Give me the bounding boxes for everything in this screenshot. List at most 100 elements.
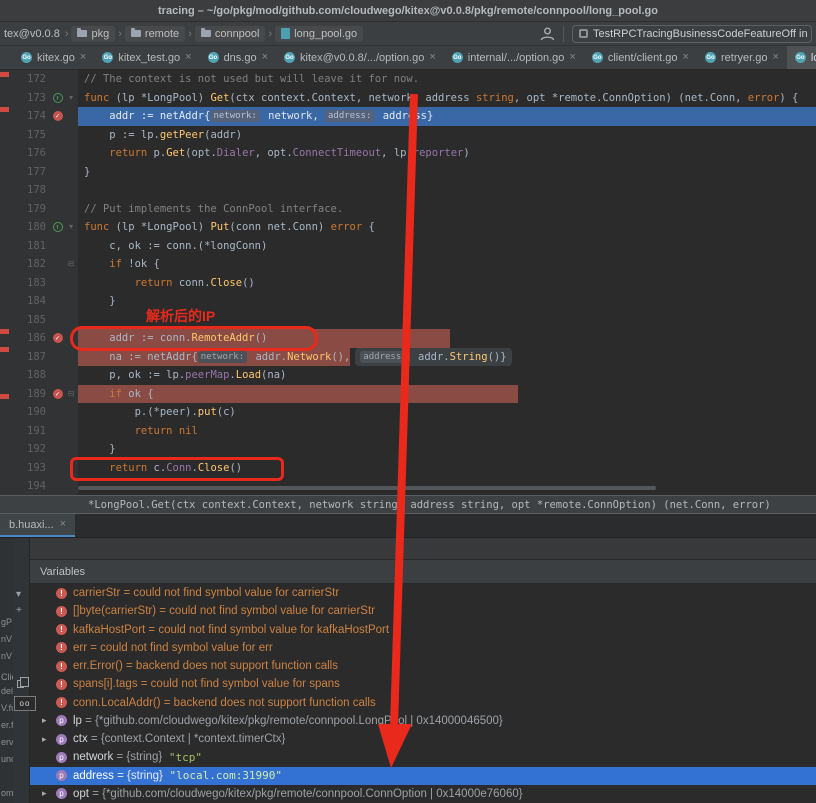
variable-row[interactable]: !carrierStr = could not find symbol valu… <box>30 584 816 602</box>
variable-row-ctx[interactable]: ▸pctx = {context.Context | *context.time… <box>30 730 816 748</box>
editor-tab-client/client.go[interactable]: Goclient/client.go× <box>584 46 697 69</box>
code-token: { <box>362 221 375 233</box>
copy-stack-icon[interactable] <box>17 680 24 688</box>
code-line-183[interactable]: 183 return conn.Close() <box>0 274 816 293</box>
fold-icon[interactable]: ⊟ <box>65 385 77 404</box>
frame-text-fragment: gP <box>1 617 12 627</box>
go-file-icon: Go <box>102 52 113 63</box>
implements-icon[interactable]: ↑ <box>53 93 63 103</box>
user-icon[interactable] <box>540 27 555 41</box>
add-watch-icon[interactable]: + <box>16 606 22 616</box>
tab-close-icon[interactable]: × <box>185 52 191 63</box>
expand-chevron-icon[interactable]: ▸ <box>42 715 56 726</box>
code-line-177[interactable]: 177} <box>0 163 816 182</box>
run-configuration-selector[interactable]: TestRPCTracingBusinessCodeFeatureOff in … <box>572 25 812 43</box>
editor-tab-retryer.go[interactable]: Goretryer.go× <box>697 46 787 69</box>
breadcrumb-item-connpool[interactable]: connpool <box>195 26 266 42</box>
variable-row[interactable]: !kafkaHostPort = could not find symbol v… <box>30 621 816 639</box>
editor-tab-kitex_test.go[interactable]: Gokitex_test.go× <box>94 46 199 69</box>
code-line-176[interactable]: 176 return p.Get(opt.Dialer, opt.Connect… <box>0 144 816 163</box>
implements-icon[interactable]: ↑ <box>53 222 63 232</box>
window-titlebar[interactable]: tracing – ~/go/pkg/mod/github.com/cloudw… <box>0 0 816 22</box>
tab-close-icon[interactable]: × <box>60 519 66 530</box>
code-line-191[interactable]: 191 return nil <box>0 422 816 441</box>
tab-label: dns.go <box>224 52 257 64</box>
breadcrumb-item-tex@v0.0.8[interactable]: tex@v0.0.8 <box>2 26 62 42</box>
tab-close-icon[interactable]: × <box>262 52 268 63</box>
code-token: p := lp. <box>84 129 160 141</box>
breadcrumb-item-pkg[interactable]: pkg <box>71 26 115 42</box>
breakpoint-icon[interactable]: ✓ <box>53 111 63 121</box>
variable-row[interactable]: ![]byte(carrierStr) = could not find sym… <box>30 602 816 620</box>
code-token: peerMap <box>185 369 229 381</box>
variable-value: {*github.com/cloudwego/kitex/pkg/remote/… <box>95 715 503 727</box>
code-text: addr := conn.RemoteAddr() <box>78 329 816 348</box>
code-line-185[interactable]: 185 <box>0 311 816 330</box>
code-line-193[interactable]: 193 return c.Conn.Close() <box>0 459 816 478</box>
code-token: } <box>84 295 116 307</box>
code-line-189[interactable]: 189✓⊟ if ok { <box>0 385 816 404</box>
dropdown-caret-icon[interactable]: ▾ <box>16 590 21 600</box>
code-text <box>78 311 816 330</box>
gutter-icon-slot: ↑ <box>50 222 65 232</box>
variable-row-lp[interactable]: ▸plp = {*github.com/cloudwego/kitex/pkg/… <box>30 712 816 730</box>
error-icon: ! <box>56 588 67 599</box>
variable-row-opt[interactable]: ▸popt = {*github.com/cloudwego/kitex/pkg… <box>30 785 816 803</box>
code-token: network, <box>262 110 325 122</box>
debug-session-tab[interactable]: b.huaxi... × <box>0 514 75 537</box>
variable-row[interactable]: !err = could not find symbol value for e… <box>30 639 816 657</box>
editor-gutter: 178 <box>0 181 78 200</box>
debug-toolbar-strip <box>30 538 816 560</box>
code-line-188[interactable]: 188 p, ok := lp.peerMap.Load(na) <box>0 366 816 385</box>
code-line-173[interactable]: 173↑▾func (lp *LongPool) Get(ctx context… <box>0 89 816 108</box>
code-editor[interactable]: 172// The context is not used but will l… <box>0 70 816 495</box>
code-line-178[interactable]: 178 <box>0 181 816 200</box>
tab-close-icon[interactable]: × <box>569 52 575 63</box>
error-icon: ! <box>56 606 67 617</box>
variable-row[interactable]: !spans[i].tags = could not find symbol v… <box>30 675 816 693</box>
variable-row-network[interactable]: pnetwork = {string} "tcp" <box>30 748 816 766</box>
horizontal-scrollbar[interactable] <box>78 486 656 490</box>
code-token: addr. <box>412 351 450 363</box>
parameter-icon: p <box>56 734 67 745</box>
tab-close-icon[interactable]: × <box>772 52 778 63</box>
variable-row[interactable]: !err.Error() = backend does not support … <box>30 657 816 675</box>
code-line-172[interactable]: 172// The context is not used but will l… <box>0 70 816 89</box>
editor-tab-kitex.go[interactable]: Gokitex.go× <box>13 46 94 69</box>
code-line-181[interactable]: 181 c, ok := conn.(*longConn) <box>0 237 816 256</box>
fold-icon[interactable]: ⊟ <box>65 255 77 274</box>
breadcrumb-item-remote[interactable]: remote <box>125 26 185 42</box>
breakpoint-icon[interactable]: ✓ <box>53 333 63 343</box>
code-line-175[interactable]: 175 p := lp.getPeer(addr) <box>0 126 816 145</box>
code-text <box>78 181 816 200</box>
tab-close-icon[interactable]: × <box>683 52 689 63</box>
code-line-184[interactable]: 184 } <box>0 292 816 311</box>
editor-tab-internal/.../option.go[interactable]: Gointernal/.../option.go× <box>444 46 584 69</box>
toolbar-separator <box>563 26 564 42</box>
variable-row[interactable]: !conn.LocalAddr() = backend does not sup… <box>30 694 816 712</box>
fold-icon[interactable]: ▾ <box>65 218 77 237</box>
tab-close-icon[interactable]: × <box>80 52 86 63</box>
tab-close-icon[interactable]: × <box>429 52 435 63</box>
fold-icon[interactable]: ▾ <box>65 89 77 108</box>
folder-icon <box>131 30 141 37</box>
variable-row-address[interactable]: paddress = {string} "local.com:31990" <box>30 767 816 785</box>
code-line-186[interactable]: 186✓ addr := conn.RemoteAddr() <box>0 329 816 348</box>
code-line-187[interactable]: 187 na := netAddr{network: addr.Network(… <box>0 348 816 367</box>
code-line-190[interactable]: 190 p.(*peer).put(c) <box>0 403 816 422</box>
code-token: reporter <box>413 147 464 159</box>
expand-chevron-icon[interactable]: ▸ <box>42 788 56 799</box>
breakpoint-icon[interactable]: ✓ <box>53 389 63 399</box>
expand-chevron-icon[interactable]: ▸ <box>42 734 56 745</box>
code-line-174[interactable]: 174✓ addr := netAddr{network: network, a… <box>0 107 816 126</box>
breadcrumb-item-long_pool.go[interactable]: long_pool.go <box>275 26 363 42</box>
variable-value: {context.Context | *context.timerCtx} <box>101 733 286 745</box>
code-line-179[interactable]: 179// Put implements the ConnPool interf… <box>0 200 816 219</box>
editor-tab-dns.go[interactable]: Godns.go× <box>200 46 276 69</box>
editor-tab-long_pool.go[interactable]: Golong_pool.go× <box>787 46 816 69</box>
code-line-182[interactable]: 182⊟ if !ok { <box>0 255 816 274</box>
code-line-180[interactable]: 180↑▾func (lp *LongPool) Put(conn net.Co… <box>0 218 816 237</box>
code-token: Dialer <box>217 147 255 159</box>
editor-tab-kitex@v0.0.8/.../option.go[interactable]: Gokitex@v0.0.8/.../option.go× <box>276 46 444 69</box>
code-line-192[interactable]: 192 } <box>0 440 816 459</box>
